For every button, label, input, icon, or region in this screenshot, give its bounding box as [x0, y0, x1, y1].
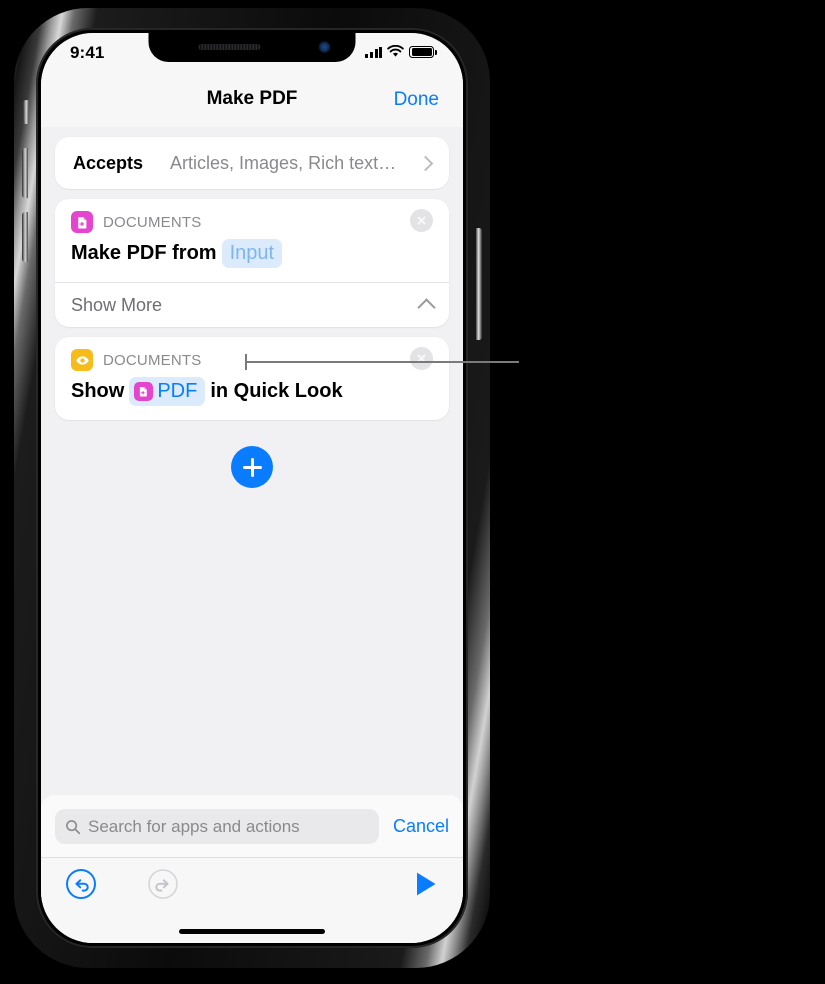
action-card[interactable]: DOCUMENTS Make PDF from Input Show More — [55, 199, 449, 327]
mute-switch-button[interactable] — [23, 100, 29, 124]
close-circle-icon[interactable] — [410, 347, 433, 370]
action-text-before: Make PDF from — [71, 242, 217, 264]
home-indicator — [179, 928, 325, 934]
close-circle-icon[interactable] — [410, 209, 433, 232]
navigation-bar: Make PDF Done — [41, 75, 463, 127]
action-category-label: DOCUMENTS — [103, 213, 202, 231]
cancel-button[interactable]: Cancel — [393, 816, 449, 837]
status-icons — [365, 45, 437, 58]
front-camera-icon — [318, 41, 331, 53]
undo-icon — [66, 869, 96, 899]
accepts-label: Accepts — [73, 152, 144, 173]
action-category-label: DOCUMENTS — [103, 351, 202, 369]
add-action-button[interactable] — [231, 446, 273, 488]
undo-button[interactable] — [65, 868, 97, 900]
status-time: 9:41 — [70, 43, 105, 62]
play-icon — [417, 872, 436, 896]
power-button[interactable] — [476, 228, 482, 340]
run-button[interactable] — [411, 868, 441, 900]
device-notch — [148, 33, 356, 62]
search-icon — [66, 819, 81, 834]
action-text-after: in Quick Look — [210, 380, 343, 402]
action-card-body: Make PDF from Input — [55, 233, 449, 282]
show-more-label: Show More — [71, 294, 163, 315]
wifi-icon — [387, 45, 404, 57]
cellular-signal-icon — [365, 46, 383, 58]
phone-frame: 9:41 Make PDF Done Accepts Articles, Ima… — [14, 8, 490, 968]
bottom-toolbar — [41, 857, 463, 943]
action-token-pdf[interactable]: PDF — [129, 377, 206, 406]
phone-screen: 9:41 Make PDF Done Accepts Articles, Ima… — [41, 33, 463, 943]
document-pdf-icon — [71, 211, 93, 233]
callout-tick — [245, 354, 247, 370]
chevron-up-icon — [417, 297, 436, 317]
volume-down-button[interactable] — [22, 212, 28, 262]
redo-icon — [148, 869, 178, 899]
chevron-right-icon — [417, 155, 434, 172]
action-card-header: DOCUMENTS — [55, 199, 449, 233]
done-button[interactable]: Done — [394, 89, 439, 111]
battery-full-icon — [409, 46, 437, 58]
action-token-input[interactable]: Input — [221, 239, 283, 268]
action-card-header: DOCUMENTS — [55, 337, 449, 371]
search-panel: Search for apps and actions Cancel — [41, 795, 463, 858]
search-input[interactable]: Search for apps and actions — [55, 809, 379, 844]
volume-up-button[interactable] — [22, 148, 28, 198]
action-text-before: Show — [71, 380, 125, 402]
action-card-body: Show PDF in Quick Look — [55, 371, 449, 420]
eye-icon — [71, 349, 93, 371]
action-token-pdf-label: PDF — [157, 380, 198, 402]
accepts-row[interactable]: Accepts Articles, Images, Rich text… — [55, 137, 449, 189]
callout-leader-line — [245, 361, 519, 363]
redo-button[interactable] — [147, 868, 179, 900]
add-action-wrapper — [41, 446, 463, 488]
show-more-row[interactable]: Show More — [55, 282, 449, 327]
document-pdf-icon — [134, 382, 154, 401]
search-placeholder: Search for apps and actions — [88, 816, 300, 836]
accepts-value: Articles, Images, Rich text… — [170, 152, 397, 173]
earpiece-speaker-icon — [198, 44, 261, 50]
action-card[interactable]: DOCUMENTS Show PDF in Quick Look — [55, 337, 449, 420]
